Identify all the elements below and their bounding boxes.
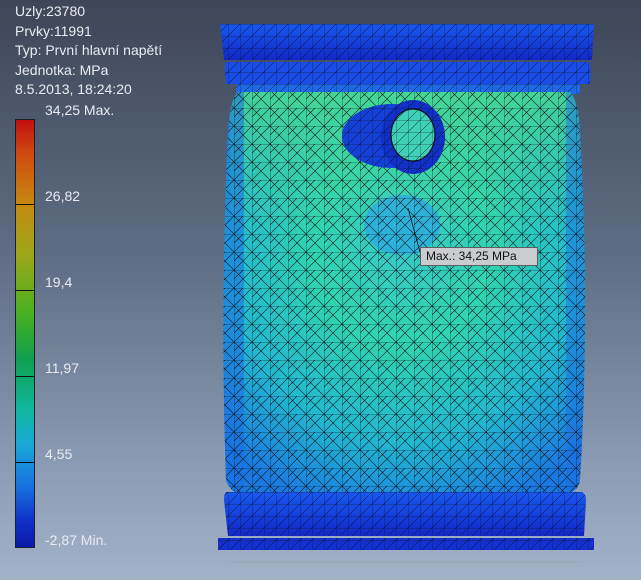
max-value-probe[interactable]: Max.: 34,25 MPa xyxy=(420,247,538,266)
top-flange xyxy=(220,24,594,94)
bottom-flange xyxy=(218,492,594,563)
fea-model-viewport[interactable] xyxy=(0,0,641,580)
